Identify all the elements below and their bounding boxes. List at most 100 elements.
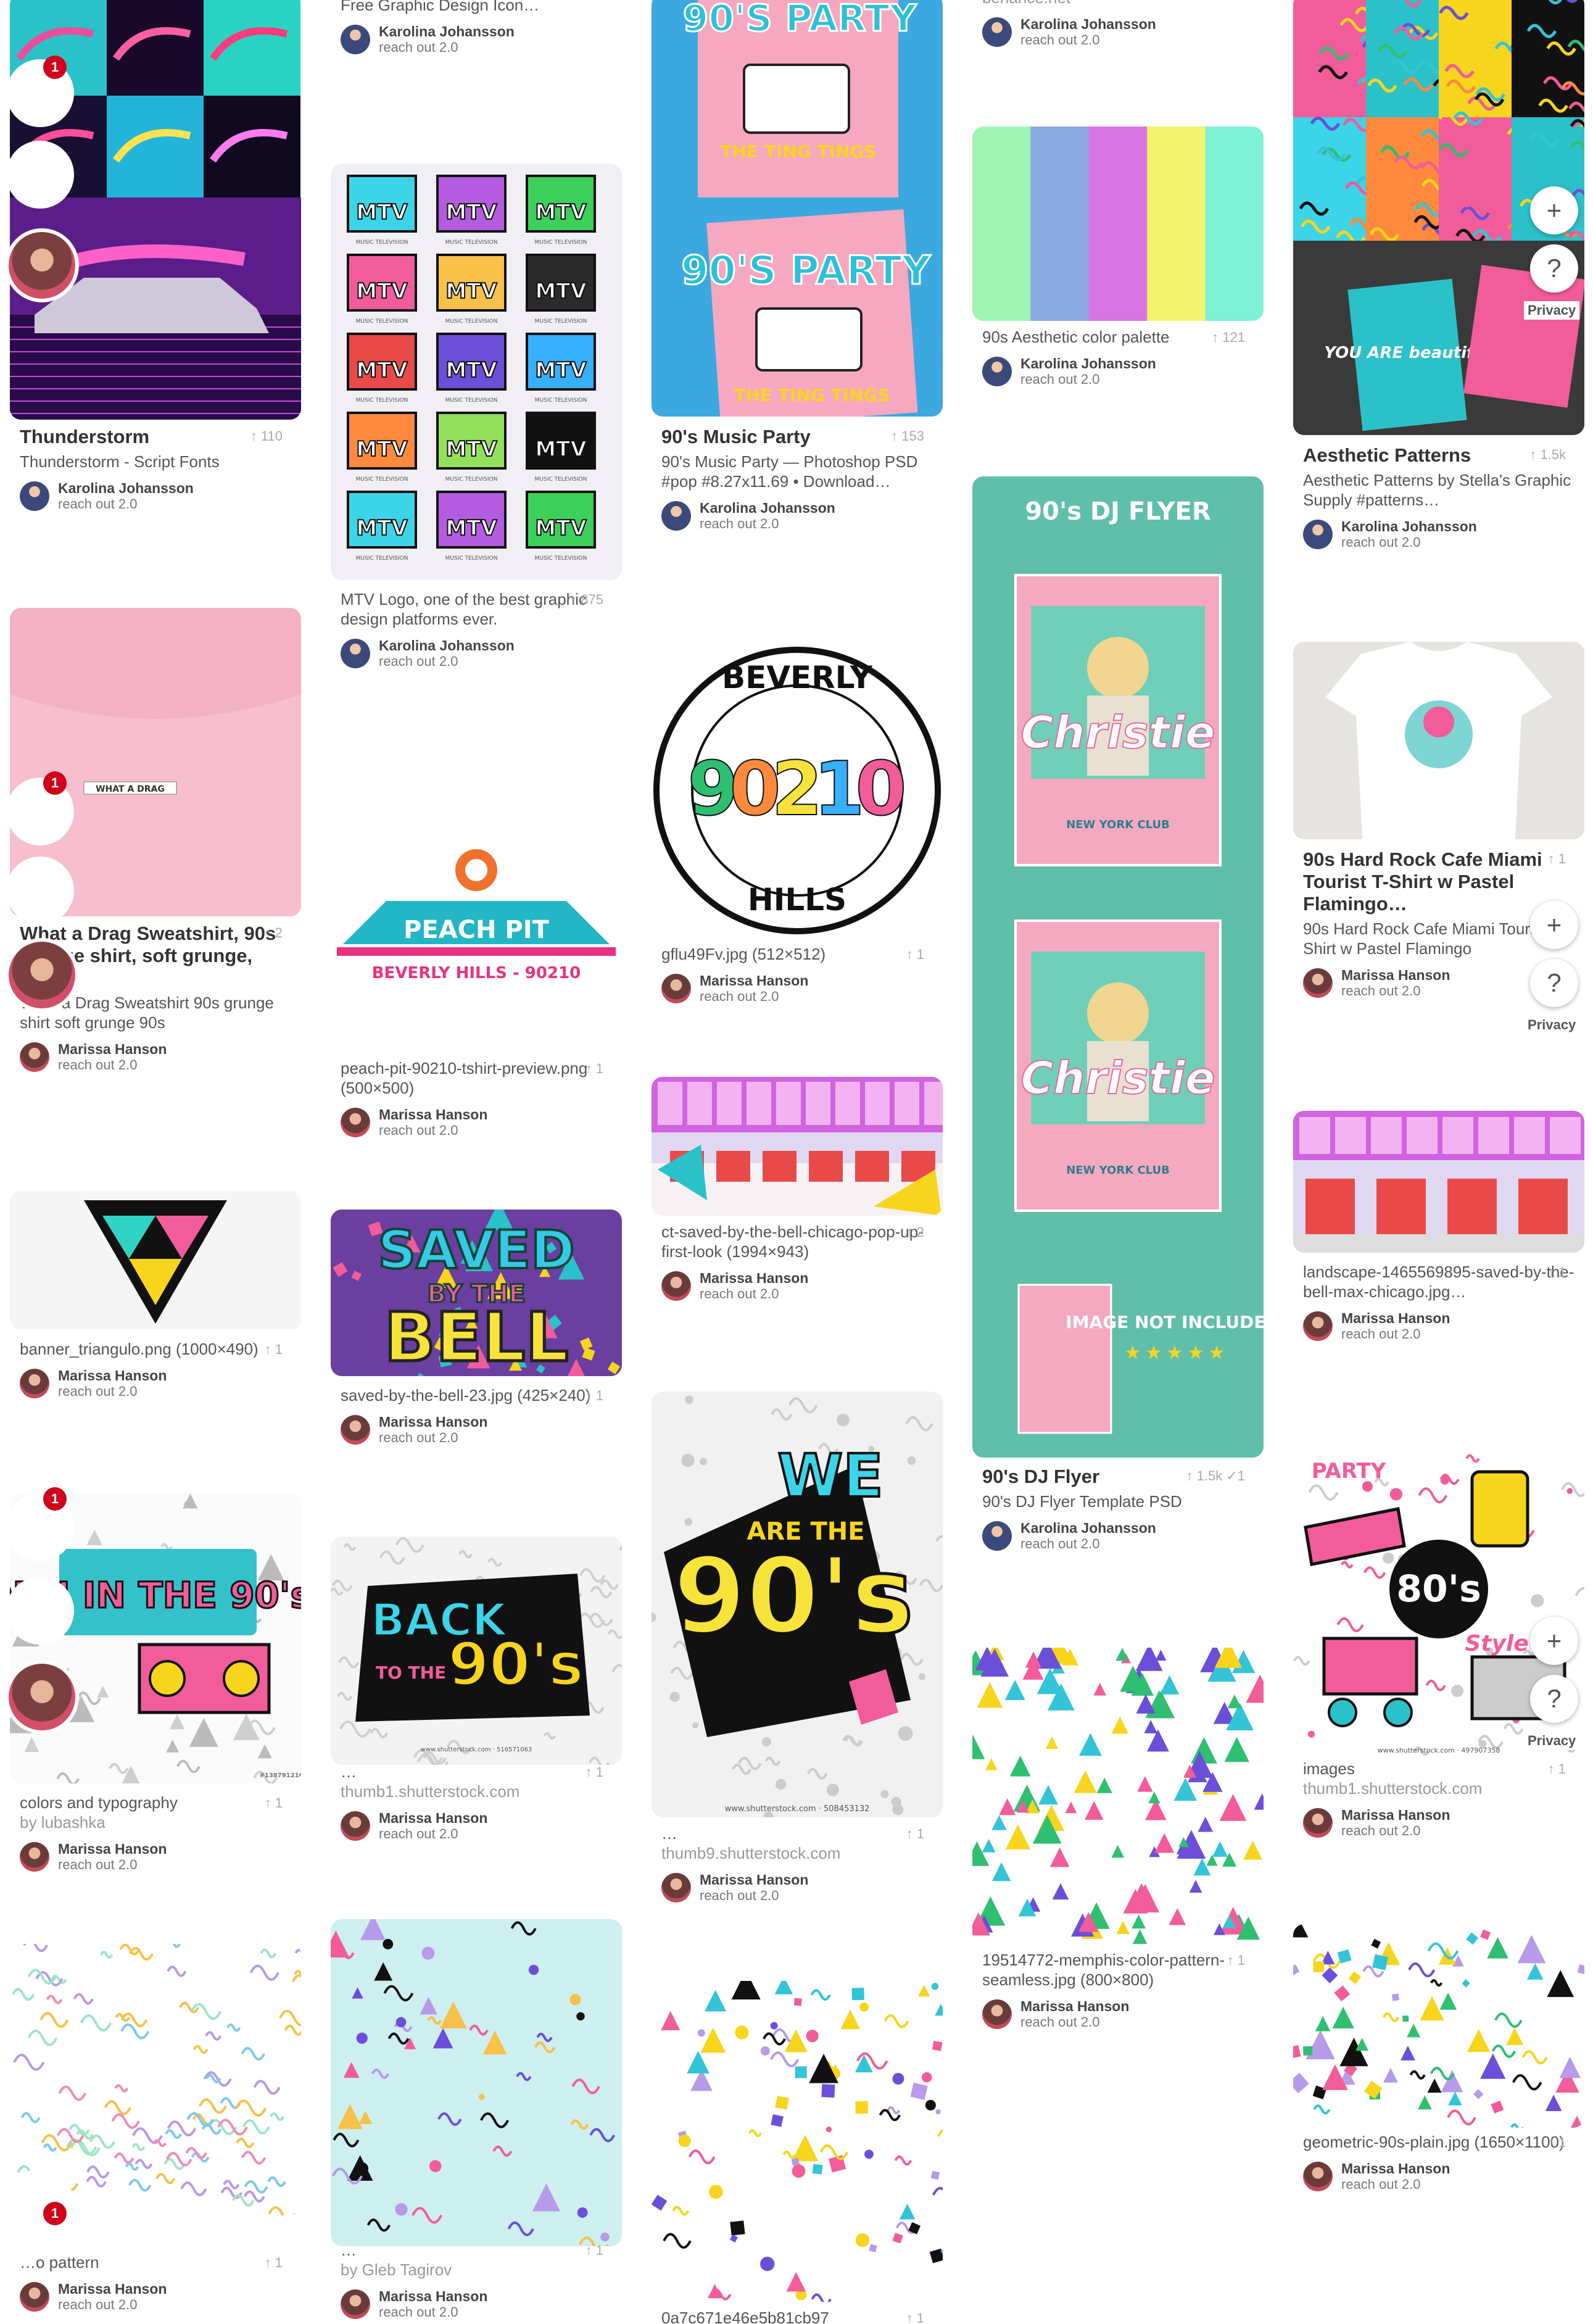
floating-bubble[interactable] xyxy=(6,857,74,924)
pin-attribution[interactable]: Marissa Hanson reach out 2.0 xyxy=(20,1041,291,1073)
pin-image[interactable] xyxy=(972,1648,1264,1944)
pin-source[interactable]: behance.net xyxy=(982,0,1254,7)
pin-attribution[interactable]: Marissa Hanson reach out 2.0 xyxy=(1303,1310,1574,1342)
notification-badge[interactable]: 1 xyxy=(43,1487,67,1511)
pin-source[interactable]: thumb1.shutterstock.com xyxy=(1303,1778,1574,1798)
pinner-name[interactable]: Karolina Johansson xyxy=(700,500,933,516)
notification-badge[interactable]: 1 xyxy=(43,771,67,795)
pin-image[interactable]: MTV MUSIC TELEVISION MTV MUSIC TELEVISION MT… xyxy=(331,164,622,580)
board-name[interactable]: reach out 2.0 xyxy=(379,1430,612,1446)
pin-attribution[interactable]: Marissa Hanson reach out 2.0 xyxy=(20,1367,291,1400)
pinner-name[interactable]: Karolina Johansson xyxy=(379,23,612,39)
add-button[interactable]: + xyxy=(1530,901,1578,949)
user-avatar-icon[interactable] xyxy=(5,938,79,1012)
pinner-name[interactable]: Marissa Hanson xyxy=(1341,2160,1574,2177)
pinner-name[interactable]: Marissa Hanson xyxy=(58,1841,291,1857)
pinner-name[interactable]: Marissa Hanson xyxy=(379,2288,612,2304)
pin-attribution[interactable]: Karolina Johansson reach out 2.0 xyxy=(20,480,291,512)
add-button[interactable]: + xyxy=(1530,1617,1578,1665)
pin-image[interactable]: WE ARE THE 90's www.shutterstock.com · 5084… xyxy=(652,1392,943,1817)
pin-image[interactable]: BACK 90's TO THE www.shutterstock.com · 516… xyxy=(331,1537,622,1765)
pinner-name[interactable]: Karolina Johansson xyxy=(1341,518,1574,534)
pin-attribution[interactable]: Marissa Hanson reach out 2.0 xyxy=(20,1841,291,1873)
board-name[interactable]: reach out 2.0 xyxy=(1341,2177,1574,2193)
pin-image[interactable] xyxy=(10,1191,301,1330)
add-button[interactable]: + xyxy=(1530,186,1578,234)
pin-image[interactable]: 9 0 2 1 0 BEVERLY HILLS xyxy=(652,645,943,935)
board-name[interactable]: reach out 2.0 xyxy=(379,2304,612,2320)
pinner-name[interactable]: Marissa Hanson xyxy=(1341,1807,1574,1823)
board-name[interactable]: reach out 2.0 xyxy=(1341,534,1574,550)
board-name[interactable]: reach out 2.0 xyxy=(700,989,933,1005)
pinner-name[interactable]: Marissa Hanson xyxy=(700,973,933,989)
pinner-name[interactable]: Karolina Johansson xyxy=(1020,16,1254,32)
pin-attribution[interactable]: Karolina Johansson reach out 2.0 xyxy=(982,16,1254,48)
avatar[interactable] xyxy=(20,1042,49,1072)
avatar[interactable] xyxy=(20,1842,49,1872)
pin-image[interactable]: PEACH PIT BEVERLY HILLS - 90210 xyxy=(331,762,622,1052)
board-name[interactable]: reach out 2.0 xyxy=(58,1857,291,1873)
pin-attribution[interactable]: Karolina Johansson reach out 2.0 xyxy=(341,637,612,670)
help-button[interactable]: ? xyxy=(1530,244,1578,293)
pin-source[interactable]: by Gleb Tagirov xyxy=(341,2260,612,2280)
privacy-link[interactable]: Privacy xyxy=(1524,301,1580,320)
privacy-link[interactable]: Privacy xyxy=(1524,1732,1580,1750)
avatar[interactable] xyxy=(341,1108,370,1137)
pinner-name[interactable]: Marissa Hanson xyxy=(700,1270,933,1286)
pin-attribution[interactable]: Karolina Johansson reach out 2.0 xyxy=(1303,518,1574,550)
avatar[interactable] xyxy=(982,1999,1012,2029)
board-name[interactable]: reach out 2.0 xyxy=(379,39,612,56)
board-name[interactable]: reach out 2.0 xyxy=(1020,371,1254,388)
pinner-name[interactable]: Marissa Hanson xyxy=(1020,1998,1254,2014)
avatar[interactable] xyxy=(982,357,1012,386)
notification-badge[interactable]: 1 xyxy=(43,2202,67,2225)
pin-attribution[interactable]: Karolina Johansson reach out 2.0 xyxy=(982,1520,1254,1552)
avatar[interactable] xyxy=(661,1873,691,1903)
board-name[interactable]: reach out 2.0 xyxy=(58,1384,291,1400)
avatar[interactable] xyxy=(341,2289,370,2319)
pin-attribution[interactable]: Marissa Hanson reach out 2.0 xyxy=(341,1414,612,1446)
avatar[interactable] xyxy=(982,1521,1012,1551)
board-name[interactable]: reach out 2.0 xyxy=(58,2297,291,2313)
pinner-name[interactable]: Karolina Johansson xyxy=(379,637,612,654)
avatar[interactable] xyxy=(341,1415,370,1445)
user-avatar-icon[interactable] xyxy=(5,228,79,302)
pinner-name[interactable]: Marissa Hanson xyxy=(58,2281,291,2297)
board-name[interactable]: reach out 2.0 xyxy=(379,1123,612,1139)
board-name[interactable]: reach out 2.0 xyxy=(1341,1326,1574,1342)
pin-image[interactable] xyxy=(1293,642,1584,839)
pin-attribution[interactable]: Marissa Hanson reach out 2.0 xyxy=(341,2288,612,2320)
pin-image[interactable]: SAVED BY THE BELL xyxy=(331,1210,622,1376)
pin-attribution[interactable]: Karolina Johansson reach out 2.0 xyxy=(341,23,612,56)
avatar[interactable] xyxy=(1303,1808,1333,1838)
pinner-name[interactable]: Marissa Hanson xyxy=(379,1810,612,1826)
pin-image[interactable] xyxy=(1293,1111,1584,1253)
floating-bubble[interactable] xyxy=(6,1577,74,1645)
help-button[interactable]: ? xyxy=(1530,1675,1578,1723)
pinner-name[interactable]: Marissa Hanson xyxy=(58,1367,291,1384)
pinner-name[interactable]: Marissa Hanson xyxy=(1341,1310,1574,1326)
board-name[interactable]: reach out 2.0 xyxy=(700,1286,933,1302)
pin-attribution[interactable]: Marissa Hanson reach out 2.0 xyxy=(982,1998,1254,2030)
avatar[interactable] xyxy=(341,1811,370,1841)
pin-attribution[interactable]: Marissa Hanson reach out 2.0 xyxy=(341,1106,612,1139)
pinner-name[interactable]: Karolina Johansson xyxy=(1020,1520,1254,1536)
help-button[interactable]: ? xyxy=(1530,959,1578,1007)
pin-image[interactable] xyxy=(652,1981,943,2302)
avatar[interactable] xyxy=(1303,2162,1333,2191)
pin-image[interactable]: 90's DJ FLYER Christie NEW YORK CLUB Christ… xyxy=(972,476,1264,1458)
privacy-link[interactable]: Privacy xyxy=(1524,1016,1580,1034)
pin-attribution[interactable]: Marissa Hanson reach out 2.0 xyxy=(1303,2160,1574,2193)
floating-bubble[interactable] xyxy=(6,141,74,209)
pin-image[interactable] xyxy=(652,1077,943,1216)
pinner-name[interactable]: Marissa Hanson xyxy=(379,1106,612,1123)
board-name[interactable]: reach out 2.0 xyxy=(1020,1536,1254,1552)
pin-attribution[interactable]: Karolina Johansson reach out 2.0 xyxy=(661,500,933,532)
pinner-name[interactable]: Marissa Hanson xyxy=(58,1041,291,1057)
notification-badge[interactable]: 1 xyxy=(43,56,67,79)
pin-image[interactable]: 90'S PARTY THE TING TINGS 90'S PARTY THE TI… xyxy=(652,0,943,417)
avatar[interactable] xyxy=(341,25,370,54)
board-name[interactable]: reach out 2.0 xyxy=(1020,32,1254,48)
pinner-name[interactable]: Karolina Johansson xyxy=(58,480,291,496)
avatar[interactable] xyxy=(1303,1311,1333,1341)
